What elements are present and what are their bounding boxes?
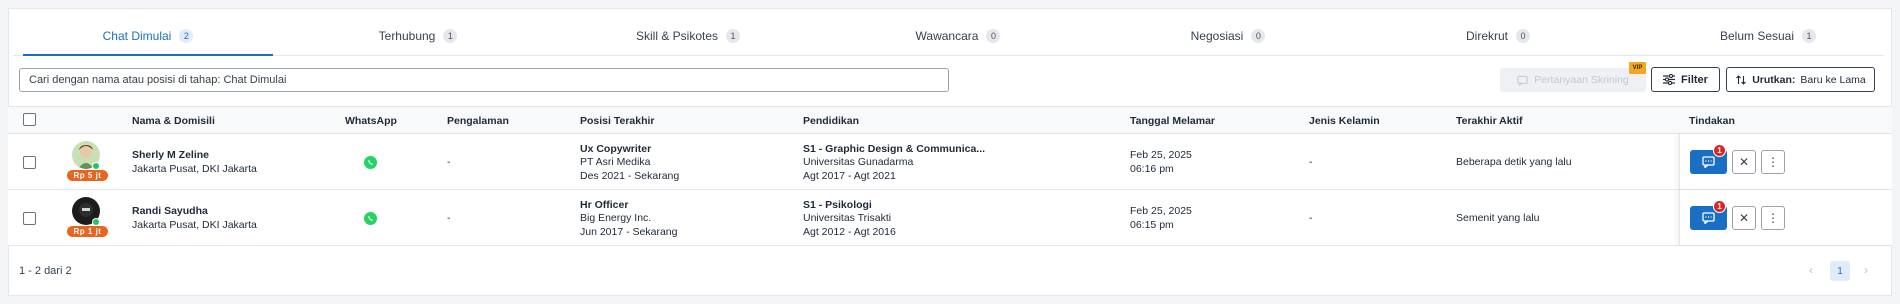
search-input[interactable] <box>19 68 949 92</box>
tab-label: Terhubung <box>378 28 436 43</box>
gender-value: - <box>1309 212 1313 224</box>
tab-label: Chat Dimulai <box>102 28 172 43</box>
screening-label: Pertanyaan Skrining <box>1534 74 1629 86</box>
vip-badge: VIP <box>1629 62 1646 74</box>
tab-count-badge: 0 <box>986 28 1001 43</box>
chat-bubble-icon <box>1702 212 1715 224</box>
close-icon: ✕ <box>1738 211 1750 225</box>
experience-value: - <box>447 212 451 224</box>
experience-value: - <box>447 156 451 168</box>
sort-arrows-icon <box>1736 74 1747 85</box>
tab-label: Skill & Psikotes <box>635 28 719 43</box>
tab-label: Belum Sesuai <box>1719 28 1795 43</box>
chevron-left-icon[interactable]: ‹ <box>1809 263 1813 277</box>
last-active: Semenit yang lalu <box>1456 212 1540 224</box>
education-period: Agt 2017 - Agt 2021 <box>803 170 896 182</box>
position-company: PT Asri Medika <box>580 156 651 168</box>
action-cell: 1 ✕ ⋮ <box>1679 134 1892 189</box>
col-name: Nama & Domisili <box>132 115 215 127</box>
online-indicator <box>92 162 100 170</box>
chevron-right-icon[interactable]: › <box>1864 263 1868 277</box>
salary-badge: Rp 1 jt <box>67 226 108 237</box>
whatsapp-icon[interactable] <box>364 212 377 225</box>
pagination-count: 1 - 2 dari 2 <box>19 265 72 277</box>
tab-label: Direkrut <box>1465 28 1508 43</box>
col-gender: Jenis Kelamin <box>1309 115 1380 127</box>
more-vertical-icon: ⋮ <box>1767 155 1779 169</box>
tab-label: Negosiasi <box>1190 28 1244 43</box>
row-checkbox[interactable] <box>23 212 36 225</box>
last-active: Beberapa detik yang lalu <box>1456 156 1572 168</box>
screening-questions-button[interactable]: Pertanyaan Skrining <box>1500 68 1646 92</box>
tab-belum-sesuai[interactable]: Belum Sesuai 1 <box>1633 20 1900 55</box>
applied-date: Feb 25, 2025 <box>1130 149 1192 161</box>
tab-negosiasi[interactable]: Negosiasi 0 <box>1093 20 1363 55</box>
applied-date: Feb 25, 2025 <box>1130 205 1192 217</box>
reject-button[interactable]: ✕ <box>1732 206 1756 230</box>
more-vertical-icon: ⋮ <box>1767 211 1779 225</box>
more-button[interactable]: ⋮ <box>1761 150 1785 174</box>
col-education: Pendidikan <box>803 115 860 127</box>
education-degree: S1 - Graphic Design & Communica... <box>803 143 986 155</box>
position-title: Ux Copywriter <box>580 143 652 155</box>
education-period: Agt 2012 - Agt 2016 <box>803 226 896 238</box>
whatsapp-icon[interactable] <box>364 156 377 169</box>
col-last-active: Terakhir Aktif <box>1456 115 1523 127</box>
tab-terhubung[interactable]: Terhubung 1 <box>283 20 553 55</box>
notification-badge: 1 <box>1713 200 1726 213</box>
position-title: Hr Officer <box>580 199 629 211</box>
reject-button[interactable]: ✕ <box>1732 150 1756 174</box>
sliders-icon <box>1663 74 1676 85</box>
tab-skill-psikotes[interactable]: Skill & Psikotes 1 <box>553 20 823 55</box>
sort-label: Urutkan: <box>1752 73 1796 86</box>
education-school: Universitas Gunadarma <box>803 156 914 168</box>
col-experience: Pengalaman <box>447 115 509 127</box>
tab-direkrut[interactable]: Direkrut 0 <box>1363 20 1633 55</box>
col-position: Posisi Terakhir <box>580 115 655 127</box>
gender-value: - <box>1309 156 1313 168</box>
education-degree: S1 - Psikologi <box>803 199 872 211</box>
position-period: Des 2021 - Sekarang <box>580 170 680 182</box>
applied-time: 06:16 pm <box>1130 163 1174 175</box>
candidate-name[interactable]: Sherly M Zeline <box>132 149 209 163</box>
candidate-location: Jakarta Pusat, DKI Jakarta <box>132 163 257 175</box>
action-cell: 1 ✕ ⋮ <box>1679 190 1892 245</box>
table-row[interactable]: Rp 5 jt Sherly M Zeline Jakarta Pusat, D… <box>8 134 1892 190</box>
filter-label: Filter <box>1681 73 1708 86</box>
filter-button[interactable]: Filter <box>1651 67 1720 92</box>
tab-count-badge: 1 <box>443 28 458 43</box>
tab-wawancara[interactable]: Wawancara 0 <box>823 20 1093 55</box>
tab-count-badge: 1 <box>726 28 741 43</box>
col-action: Tindakan <box>1689 115 1735 127</box>
row-checkbox[interactable] <box>23 156 36 169</box>
notification-badge: 1 <box>1713 144 1726 157</box>
col-whatsapp: WhatsApp <box>345 115 397 127</box>
col-applied: Tanggal Melamar <box>1130 115 1215 127</box>
applied-time: 06:15 pm <box>1130 219 1174 231</box>
chat-question-icon <box>1517 75 1528 86</box>
position-period: Jun 2017 - Sekarang <box>580 226 678 238</box>
tab-count-badge: 1 <box>1802 28 1817 43</box>
tab-chat-dimulai[interactable]: Chat Dimulai 2 <box>13 20 283 56</box>
tab-count-badge: 0 <box>1516 28 1530 43</box>
more-button[interactable]: ⋮ <box>1761 206 1785 230</box>
close-icon: ✕ <box>1738 155 1750 169</box>
online-indicator <box>92 218 100 226</box>
position-company: Big Energy Inc. <box>580 212 652 224</box>
education-school: Universitas Trisakti <box>803 212 892 224</box>
table-header: Nama & Domisili WhatsApp Pengalaman Posi… <box>8 106 1892 134</box>
stage-tabs: Chat Dimulai 2 Terhubung 1 Skill & Psikote… <box>13 20 1884 56</box>
sort-value: Baru ke Lama <box>1800 73 1866 86</box>
sort-button[interactable]: Urutkan: Baru ke Lama <box>1726 67 1875 92</box>
select-all-checkbox[interactable] <box>23 113 36 126</box>
candidate-location: Jakarta Pusat, DKI Jakarta <box>132 219 257 231</box>
tab-count-badge: 0 <box>1251 28 1266 43</box>
tab-label: Wawancara <box>915 28 979 43</box>
table-row[interactable]: Rp 1 jt Randi Sayudha Jakarta Pusat, DKI… <box>8 190 1892 246</box>
page-number-button[interactable]: 1 <box>1830 261 1850 281</box>
candidate-name[interactable]: Randi Sayudha <box>132 205 208 219</box>
chat-bubble-icon <box>1702 156 1715 168</box>
salary-badge: Rp 5 jt <box>67 170 108 181</box>
tab-count-badge: 2 <box>179 28 194 43</box>
